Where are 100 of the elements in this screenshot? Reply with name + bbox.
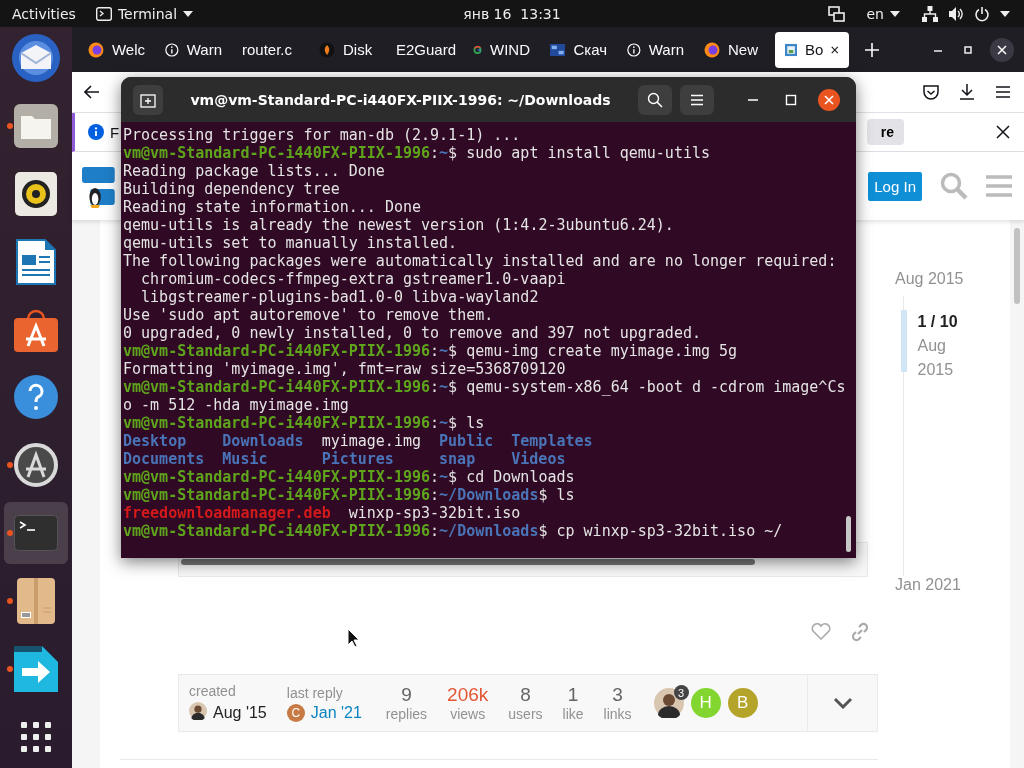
avatar[interactable] xyxy=(653,688,684,718)
speaker-icon xyxy=(15,171,57,216)
stat-label: links xyxy=(603,706,632,722)
stat-value: 206k xyxy=(447,684,489,706)
file-name: Desktop xyxy=(123,432,187,450)
search-icon xyxy=(647,91,663,108)
terminal-line: vm@vm-Standard-PC-i440FX-PIIX-1996:~$ sudo apt install qemu-utils xyxy=(123,144,711,162)
close-icon[interactable] xyxy=(818,88,840,111)
search-button[interactable] xyxy=(638,84,672,115)
stat-label: like xyxy=(562,706,584,722)
new-tab-icon xyxy=(140,91,156,108)
browser-logo-icon xyxy=(704,41,720,58)
terminal-line: vm@vm-Standard-PC-i440FX-PIIX-1996:~/Downloads$ ls xyxy=(123,486,576,504)
menu-icon xyxy=(690,93,704,106)
browser-tab[interactable]: Bo xyxy=(775,31,849,68)
activities-button[interactable]: Activities xyxy=(12,5,76,22)
scrollbar[interactable] xyxy=(181,559,755,565)
scrollbar[interactable] xyxy=(1014,228,1020,304)
browser-tab[interactable]: router.c xyxy=(232,31,309,68)
terminal-line: chromium-codecs-ffmpeg-extra gstreamer1.0-vaapi xyxy=(140,270,567,288)
stat-value: 9 xyxy=(401,684,412,706)
terminal-line: libgstreamer-plugins-bad1.0-0 libva-wayland2 xyxy=(140,288,540,306)
terminal-line: vm@vm-Standard-PC-i440FX-PIIX-1996:~$ ls xyxy=(123,414,486,432)
network-icon xyxy=(922,5,938,22)
terminal-line: vm@vm-Standard-PC-i440FX-PIIX-1996:~$ qemu-img create myimage.img 5g xyxy=(123,342,739,360)
system-menu[interactable] xyxy=(922,5,1010,22)
last-reply-label: last reply xyxy=(286,684,344,701)
menu-icon[interactable] xyxy=(994,83,1012,101)
terminal-line: Reading state information... Done xyxy=(123,198,422,216)
terminal-icon xyxy=(95,6,112,21)
scrollbar[interactable] xyxy=(846,516,851,552)
mouse-pointer-icon xyxy=(347,628,360,648)
file-name: Music xyxy=(222,450,268,468)
site-icon xyxy=(785,41,798,58)
file-name: winxp-sp3-32bit.iso xyxy=(348,504,521,522)
stat-label: views xyxy=(450,706,486,722)
notification-text: F xyxy=(110,123,120,141)
terminal-line: vm@vm-Standard-PC-i440FX-PIIX-1996:~/Downloads$ cp winxp-sp3-32bit.iso ~/ xyxy=(123,522,784,540)
login-button[interactable]: Log In xyxy=(868,171,922,201)
caret-icon xyxy=(183,10,194,17)
close-icon[interactable] xyxy=(831,44,839,55)
file-name: freedownloadmanager.deb xyxy=(123,504,331,522)
minimize-icon xyxy=(748,98,758,101)
terminal-line: vm@vm-Standard-PC-i440FX-PIIX-1996:~$ qemu-system-x86_64 -boot d -cdrom image^Cso -m 512 -hda myimage.img xyxy=(123,378,847,414)
stat-value: 3 xyxy=(612,684,623,706)
terminal-line: qemu-utils set to manually installed. xyxy=(123,234,459,252)
language-menu[interactable]: en xyxy=(866,5,900,22)
stat-label: replies xyxy=(385,706,428,722)
plus-icon[interactable] xyxy=(865,42,879,57)
back-arrow-icon[interactable] xyxy=(84,84,100,100)
menu-button[interactable] xyxy=(680,84,714,115)
help-icon xyxy=(13,374,59,421)
windows-icon[interactable] xyxy=(827,5,845,22)
browser-tab[interactable]: E2Guard xyxy=(386,31,463,68)
close-icon[interactable] xyxy=(990,37,1014,62)
terminal-line: 0 upgraded, 0 newly installed, 0 to remove and 397 not upgraded. xyxy=(123,324,702,342)
maximize-icon xyxy=(785,93,797,106)
notification-button[interactable]: re xyxy=(866,119,904,145)
mail-icon xyxy=(11,32,61,83)
app-grid-icon xyxy=(21,722,51,752)
info-icon xyxy=(627,41,641,58)
close-icon[interactable] xyxy=(996,125,1010,139)
file-name: snap xyxy=(439,450,476,468)
terminal-line: Building dependency tree xyxy=(123,180,341,198)
last-reply-date[interactable]: Jan '21 xyxy=(310,703,362,722)
stat-value: 1 xyxy=(567,684,579,706)
browser-tab[interactable]: Warn xyxy=(617,31,694,68)
pocket-icon[interactable] xyxy=(922,83,940,101)
clock[interactable]: янв 16 13:31 xyxy=(463,5,561,22)
chevron-icon xyxy=(832,697,853,709)
browser-logo-icon xyxy=(88,41,104,58)
terminal-line: The following packages were automatically installed and are no longer required: xyxy=(123,252,838,270)
file-name: Public xyxy=(439,432,494,450)
terminal-line: qemu-utils is already the newest version (1:4.2-3ubuntu6.24). xyxy=(123,216,675,234)
timeline-handle[interactable] xyxy=(900,310,907,372)
browser-tab[interactable]: New xyxy=(694,31,771,68)
browser-tab[interactable]: Скач xyxy=(540,31,617,68)
info-icon xyxy=(165,41,179,58)
power-icon xyxy=(974,5,990,22)
image-icon xyxy=(550,41,566,58)
browser-tab[interactable]: WIND xyxy=(463,31,540,68)
file-name: myimage.img xyxy=(321,432,421,450)
download-icon[interactable] xyxy=(958,83,976,101)
volume-icon xyxy=(948,5,964,22)
terminal-icon xyxy=(14,515,58,552)
stat-value: 8 xyxy=(520,684,531,706)
file-name: Pictures xyxy=(321,450,394,468)
browser-tab[interactable]: Warn xyxy=(155,31,232,68)
info-icon xyxy=(88,124,104,140)
browser-tab[interactable]: Disk xyxy=(309,31,386,68)
terminal-line: Use 'sudo apt autoremove' to remove them. xyxy=(123,306,495,324)
app-menu[interactable]: Terminal xyxy=(95,5,194,22)
new-tab-button[interactable] xyxy=(133,84,163,115)
arrow-icon xyxy=(14,646,58,693)
box-icon xyxy=(17,578,55,625)
document-icon xyxy=(16,238,56,285)
timeline-year: 2015 xyxy=(917,360,955,380)
file-name: Templates xyxy=(511,432,593,450)
browser-tab[interactable]: Welc xyxy=(78,31,155,68)
created-date: Aug '15 xyxy=(213,703,267,722)
